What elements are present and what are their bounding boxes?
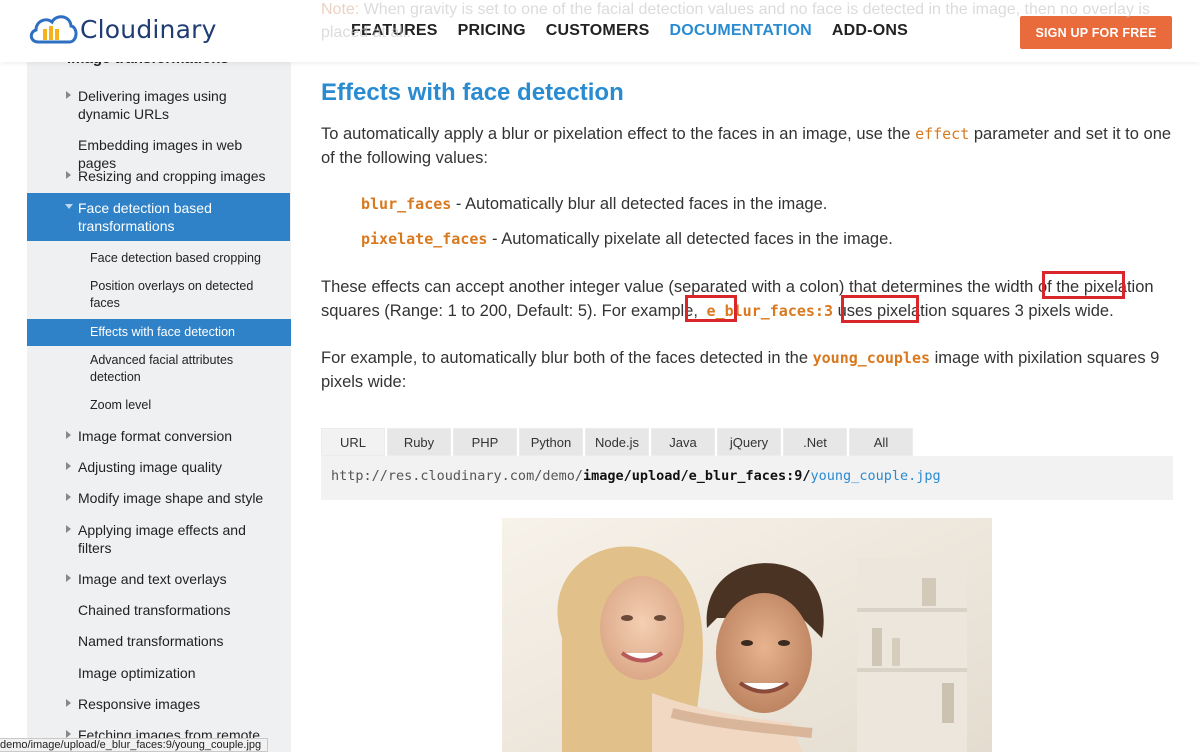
sidebar-item-label: Embedding images in web pages: [78, 137, 243, 171]
sidebar-item-format-conversion[interactable]: Image format conversion: [27, 427, 291, 445]
tab-all[interactable]: All: [849, 428, 913, 456]
sidebar-item-effects-filters[interactable]: Applying image effects and filters: [27, 521, 291, 557]
caret-right-icon: [66, 525, 71, 533]
sidebar-item-quality[interactable]: Adjusting image quality: [27, 458, 291, 476]
bullet-text: - Automatically pixelate all detected fa…: [492, 230, 893, 248]
sdk-tabs: URL Ruby PHP Python Node.js Java jQuery …: [321, 428, 915, 456]
section-heading: Effects with face detection: [321, 79, 624, 106]
bullet-text: - Automatically blur all detected faces …: [455, 195, 828, 213]
sidebar-item-label: Named transformations: [78, 633, 224, 649]
cloudinary-logo[interactable]: Cloudinary: [28, 9, 217, 49]
sidebar-item-delivering[interactable]: Delivering images using dynamic URLs: [27, 87, 291, 123]
young-couples-code: young_couples: [812, 349, 931, 367]
sidebar-item-optimization[interactable]: Image optimization: [27, 664, 291, 682]
site-header: Cloudinary FEATURES PRICING CUSTOMERS DO…: [0, 0, 1200, 62]
blur-faces-code: blur_faces: [361, 195, 452, 213]
sidebar-item-label: Image optimization: [78, 665, 196, 681]
docs-sidebar: Image transformations Delivering images …: [27, 0, 291, 752]
highlight-box: [685, 295, 737, 322]
sidebar-item-label: Face detection based transformations: [78, 200, 212, 234]
sidebar-subitem-effects[interactable]: Effects with face detection: [27, 324, 291, 341]
effects-text-4: squares 3 pixels wide.: [951, 301, 1114, 320]
nav-add-ons[interactable]: ADD-ONS: [832, 22, 908, 40]
effect-param-code: effect: [915, 125, 970, 143]
sidebar-item-label: Responsive images: [78, 696, 201, 712]
couple-image-illustration: [502, 518, 992, 752]
url-path: image/upload/e_blur_faces:9/: [582, 468, 811, 484]
sidebar-subitem-label: Position overlays on detected faces: [90, 279, 254, 310]
sidebar-item-overlays[interactable]: Image and text overlays: [27, 570, 291, 588]
cloud-logo-icon: [29, 15, 78, 44]
sidebar-subitem-label: Effects with face detection: [90, 325, 235, 339]
highlight-box: [841, 295, 919, 323]
nav-features[interactable]: FEATURES: [351, 22, 438, 40]
sidebar-subitem-label: Face detection based cropping: [90, 251, 261, 265]
logo-text: Cloudinary: [80, 14, 217, 44]
tab-java[interactable]: Java: [651, 428, 715, 456]
sidebar-item-label: Image and text overlays: [78, 571, 227, 587]
signup-button[interactable]: SIGN UP FOR FREE: [1020, 16, 1172, 49]
sidebar-item-named[interactable]: Named transformations: [27, 632, 291, 650]
tab-url[interactable]: URL: [321, 428, 385, 456]
caret-right-icon: [66, 431, 71, 439]
tab-jquery[interactable]: jQuery: [717, 428, 781, 456]
sidebar-subitem-face-cropping[interactable]: Face detection based cropping: [27, 250, 291, 267]
sidebar-item-shape-style[interactable]: Modify image shape and style: [27, 489, 291, 507]
sidebar-item-label: Modify image shape and style: [78, 490, 264, 506]
intro-text: To automatically apply a blur or pixelat…: [321, 125, 911, 143]
sidebar-item-label: Chained transformations: [78, 602, 231, 618]
sidebar-item-resizing[interactable]: Resizing and cropping images: [27, 167, 291, 185]
sidebar-subitem-advanced-attributes[interactable]: Advanced facial attributes detection: [27, 352, 291, 386]
nav-pricing[interactable]: PRICING: [458, 22, 526, 40]
sidebar-item-label: Resizing and cropping images: [78, 168, 266, 184]
sidebar-item-chained[interactable]: Chained transformations: [27, 601, 291, 619]
example-text: For example, to automatically blur both …: [321, 349, 809, 367]
caret-right-icon: [66, 493, 71, 501]
effects-text-1: These effects can accept another integer…: [321, 278, 1080, 296]
tab-nodejs[interactable]: Node.js: [585, 428, 649, 456]
caret-right-icon: [66, 171, 71, 179]
young-couple-photo: [502, 518, 992, 752]
intro-paragraph: To automatically apply a blur or pixelat…: [321, 123, 1176, 170]
browser-status-bar: demo/image/upload/e_blur_faces:9/young_c…: [0, 738, 269, 752]
sidebar-item-face-detection[interactable]: Face detection based transformations: [27, 193, 290, 241]
sidebar-subitem-zoom-level[interactable]: Zoom level: [27, 397, 291, 414]
tab-ruby[interactable]: Ruby: [387, 428, 451, 456]
caret-right-icon: [66, 462, 71, 470]
sidebar-item-label: Delivering images using dynamic URLs: [78, 88, 227, 122]
url-code-block[interactable]: http://res.cloudinary.com/demo/image/upl…: [321, 456, 1173, 500]
tab-dotnet[interactable]: .Net: [783, 428, 847, 456]
sidebar-item-label: Adjusting image quality: [78, 459, 222, 475]
highlight-box: [1042, 271, 1125, 299]
caret-right-icon: [66, 730, 71, 738]
tab-python[interactable]: Python: [519, 428, 583, 456]
caret-right-icon: [66, 91, 71, 99]
sidebar-subitem-label: Zoom level: [90, 398, 152, 412]
caret-right-icon: [66, 699, 71, 707]
sidebar-item-responsive[interactable]: Responsive images: [27, 695, 291, 713]
url-prefix: http://res.cloudinary.com/demo/: [331, 468, 583, 484]
effects-text-2: squares (Range: 1 to 200, Default: 5). F…: [321, 301, 698, 320]
url-file-link[interactable]: young_couple.jpg: [811, 468, 941, 484]
tab-php[interactable]: PHP: [453, 428, 517, 456]
nav-customers[interactable]: CUSTOMERS: [546, 22, 650, 40]
list-item: pixelate_faces - Automatically pixelate …: [361, 230, 893, 249]
nav-documentation[interactable]: DOCUMENTATION: [669, 22, 811, 40]
sidebar-subitem-position-overlays[interactable]: Position overlays on detected faces: [27, 278, 291, 312]
caret-right-icon: [66, 574, 71, 582]
pixelate-faces-code: pixelate_faces: [361, 230, 488, 248]
sidebar-item-label: Image format conversion: [78, 428, 233, 444]
list-item: blur_faces - Automatically blur all dete…: [361, 195, 827, 214]
main-nav: FEATURES PRICING CUSTOMERS DOCUMENTATION…: [351, 22, 928, 40]
sidebar-item-label: Applying image effects and filters: [78, 522, 246, 556]
sidebar-subitem-label: Advanced facial attributes detection: [90, 353, 234, 384]
example-paragraph: For example, to automatically blur both …: [321, 347, 1176, 394]
